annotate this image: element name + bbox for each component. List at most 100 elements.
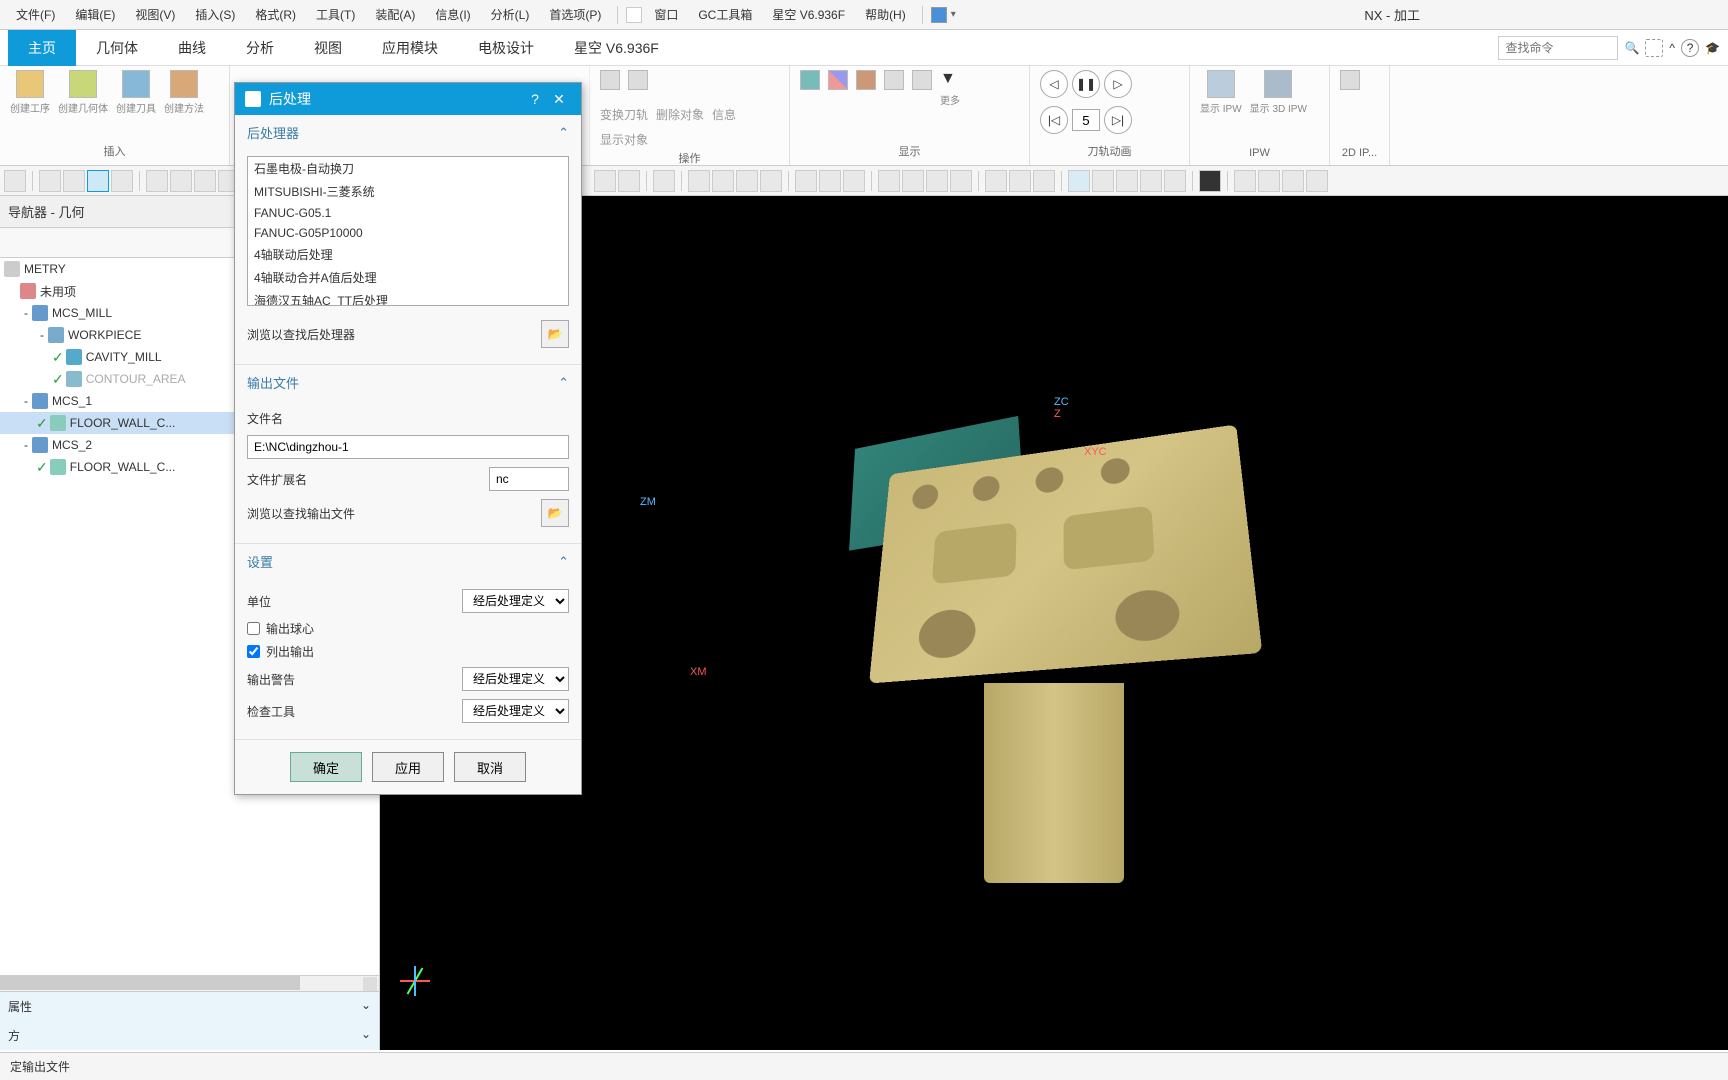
btn-transform[interactable]: 变换刀轨 [600,106,648,123]
postprocessor-list[interactable]: 石墨电极-自动换刀MITSUBISHI-三菱系统FANUC-G05.1FANUC… [247,156,569,306]
tb-icon[interactable] [653,170,675,192]
tab-appmodule[interactable]: 应用模块 [362,30,458,66]
tb-icon[interactable] [1009,170,1031,192]
tab-electrode[interactable]: 电极设计 [458,30,554,66]
scrollbar[interactable] [0,975,379,991]
tb-icon[interactable] [688,170,710,192]
close-button[interactable]: ✕ [547,87,571,111]
window-icon[interactable] [626,7,642,23]
play-first-button[interactable]: |◁ [1040,106,1068,134]
section-settings[interactable]: 设置⌃ [235,544,581,579]
list-item[interactable]: FANUC-G05P10000 [248,223,568,243]
tb-icon[interactable] [1116,170,1138,192]
fullscreen-icon[interactable] [1645,39,1663,57]
show-ipw-button[interactable]: 显示 IPW [1200,70,1242,115]
menu-window[interactable]: 窗口 [646,2,686,27]
cancel-button[interactable]: 取消 [454,752,526,782]
tb-icon[interactable] [926,170,948,192]
browse-out-button[interactable]: 📂 [541,499,569,527]
browse-pp-button[interactable]: 📂 [541,320,569,348]
tb-icon[interactable] [1092,170,1114,192]
play-pause-button[interactable]: ❚❚ [1072,70,1100,98]
tab-curve[interactable]: 曲线 [158,30,226,66]
search-icon[interactable]: 🔍 [1624,41,1639,55]
tb-icon[interactable] [985,170,1007,192]
menu-gctoolbox[interactable]: GC工具箱 [690,2,760,27]
tb-icon[interactable] [39,170,61,192]
play-prev-button[interactable]: ◁ [1040,70,1068,98]
tb-icon[interactable] [194,170,216,192]
dialog-titlebar[interactable]: ⚙ 后处理 ? ✕ [235,83,581,115]
list-item[interactable]: FANUC-G05.1 [248,203,568,223]
menu-view[interactable]: 视图(V) [127,2,183,27]
tb-icon[interactable] [1199,170,1221,192]
tool-select[interactable]: 经后处理定义 [462,699,569,723]
menu-starsky[interactable]: 星空 V6.936F [764,2,853,27]
play-last-button[interactable]: ▷| [1104,106,1132,134]
tb-icon[interactable] [736,170,758,192]
tb-icon[interactable] [1068,170,1090,192]
show-3d-ipw-button[interactable]: 显示 3D IPW [1250,70,1307,115]
tb-icon[interactable] [819,170,841,192]
ok-button[interactable]: 确定 [290,752,362,782]
chk-listout[interactable]: 列出输出 [247,640,569,663]
display-icon-2[interactable] [828,70,848,90]
tb-icon[interactable] [950,170,972,192]
tb-icon[interactable] [795,170,817,192]
viewport-3d[interactable]: ZC Z XYC ZM XM [380,196,1728,1050]
display-icon-4[interactable] [884,70,904,90]
play-next-button[interactable]: ▷ [1104,70,1132,98]
warn-select[interactable]: 经后处理定义 [462,667,569,691]
tab-analysis[interactable]: 分析 [226,30,294,66]
chevron-up-icon[interactable]: ^ [1669,41,1675,55]
tb-icon[interactable] [111,170,133,192]
tb-icon[interactable] [618,170,640,192]
tb-icon[interactable] [146,170,168,192]
ext-input[interactable] [489,467,569,491]
list-item[interactable]: 石墨电极-自动换刀 [248,157,568,180]
menu-edit[interactable]: 编辑(E) [67,2,123,27]
tb-icon[interactable] [63,170,85,192]
tab-geometry[interactable]: 几何体 [76,30,158,66]
menu-info[interactable]: 信息(I) [427,2,478,27]
list-item[interactable]: 海德汉五轴AC_TT后处理 [248,289,568,306]
section-postprocessor[interactable]: 后处理器⌃ [235,115,581,150]
tab-view[interactable]: 视图 [294,30,362,66]
grad-icon[interactable]: 🎓 [1705,41,1720,55]
speed-input[interactable] [1072,109,1100,131]
direction-header[interactable]: 方⌄ [0,1021,379,1050]
menu-analysis[interactable]: 分析(L) [483,2,538,27]
tb-icon[interactable] [1306,170,1328,192]
tb-icon[interactable] [843,170,865,192]
filename-input[interactable] [247,435,569,459]
tab-starsky[interactable]: 星空 V6.936F [554,30,679,66]
props-header[interactable]: 属性⌄ [0,992,379,1021]
display-icon-1[interactable] [800,70,820,90]
section-outputfile[interactable]: 输出文件⌃ [235,365,581,400]
chk-ballcenter[interactable]: 输出球心 [247,617,569,640]
help-button[interactable]: ? [523,87,547,111]
tab-home[interactable]: 主页 [8,30,76,66]
menu-prefs[interactable]: 首选项(P) [541,2,609,27]
tb-icon[interactable] [87,170,109,192]
menu-file[interactable]: 文件(F) [8,2,63,27]
display-icon-3[interactable] [856,70,876,90]
tb-icon[interactable] [760,170,782,192]
display-icon-5[interactable] [912,70,932,90]
tb-icon[interactable] [4,170,26,192]
menu-help[interactable]: 帮助(H) [857,2,914,27]
menu-assembly[interactable]: 装配(A) [367,2,423,27]
btn-show[interactable]: 显示对象 [600,131,648,148]
tb-icon[interactable] [1140,170,1162,192]
tb-icon[interactable] [1164,170,1186,192]
btn-delete[interactable]: 删除对象 [656,106,704,123]
list-item[interactable]: 4轴联动后处理 [248,243,568,266]
more-button[interactable]: ▼更多 [940,70,960,107]
list-item[interactable]: MITSUBISHI-三菱系统 [248,180,568,203]
tb-icon[interactable] [1258,170,1280,192]
tb-icon[interactable] [878,170,900,192]
apply-button[interactable]: 应用 [372,752,444,782]
tb-icon[interactable] [170,170,192,192]
unit-select[interactable]: 经后处理定义 [462,589,569,613]
tb-icon[interactable] [1234,170,1256,192]
